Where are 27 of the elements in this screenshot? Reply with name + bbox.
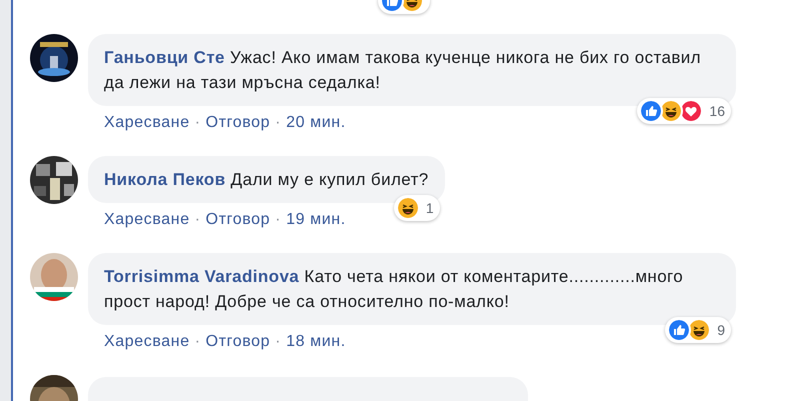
like-link[interactable]: Харесване — [104, 111, 190, 135]
separator-dot: · — [275, 113, 282, 133]
comment-bubble: Никола Пеков Дали му е купил билет? — [88, 156, 445, 203]
reply-link[interactable]: Отговор — [206, 111, 270, 135]
comment-time[interactable]: 18 мин. — [286, 330, 346, 354]
comment-bubble: Ганьовци Сте Ужас! Ако имам такова кученце никога не бих го оставил да лежи на тази мръсна седалка! — [88, 34, 736, 106]
reactions-badge[interactable]: 9 — [665, 317, 731, 343]
separator-dot: · — [275, 332, 282, 352]
reactions-badge[interactable]: 16 — [637, 98, 731, 124]
laughing-emoji-icon — [659, 99, 684, 123]
reply-link[interactable]: Отговор — [206, 330, 270, 354]
comment-time[interactable]: 20 мин. — [286, 111, 346, 135]
reply-link[interactable]: Отговор — [206, 208, 270, 232]
reactions-badge[interactable]: 1 — [394, 195, 440, 221]
heart-icon — [679, 99, 704, 123]
separator-dot: · — [194, 113, 201, 133]
comment-bubble: Torrisimma Varadinova Като чета някои от коментарите.............много прост народ! Добре че са относително по-малко! — [88, 253, 736, 325]
like-link[interactable]: Харесване — [104, 208, 190, 232]
laughing-emoji-icon — [687, 318, 712, 342]
separator-dot: · — [275, 210, 282, 230]
laughing-emoji-icon — [396, 196, 420, 220]
thumbs-up-icon — [639, 99, 664, 123]
separator-dot: · — [194, 332, 201, 352]
comment-time[interactable]: 19 мин. — [286, 208, 346, 232]
separator-dot: · — [194, 210, 201, 230]
thumbs-up-icon — [667, 318, 692, 342]
like-link[interactable]: Харесване — [104, 330, 190, 354]
